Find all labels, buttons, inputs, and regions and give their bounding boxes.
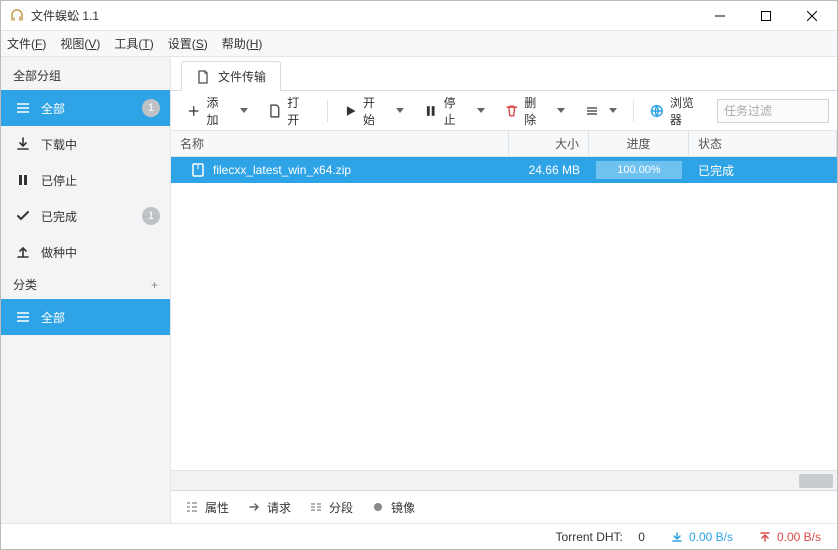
horizontal-scrollbar[interactable] <box>171 470 837 490</box>
app-logo-icon <box>9 8 25 24</box>
maximize-button[interactable] <box>743 1 789 31</box>
pause-icon <box>424 104 437 118</box>
globe-icon <box>650 104 664 118</box>
main-panel: 文件传输 添加 打开 开始 停止 删除 <box>171 57 837 523</box>
more-button[interactable] <box>577 97 625 125</box>
upload-speed: 0.00 B/s <box>759 530 821 544</box>
sidebar-item-label: 已完成 <box>41 208 77 225</box>
plus-icon <box>187 104 200 118</box>
toolbar: 添加 打开 开始 停止 删除 <box>171 91 837 131</box>
menu-view[interactable]: 视图(V) <box>60 35 100 52</box>
menu-file[interactable]: 文件(F) <box>7 35 46 52</box>
close-button[interactable] <box>789 1 835 31</box>
menu-tools[interactable]: 工具(T) <box>114 35 153 52</box>
sidebar-category-header: 分类 + <box>1 270 170 299</box>
grid-header: 名称 大小 进度 状态 <box>171 131 837 157</box>
sidebar: 全部分组 全部 1 下载中已停止已完成 1 做种中 分类 + 全部 <box>1 57 171 523</box>
progress-bar: 100.00% <box>596 161 682 179</box>
col-progress[interactable]: 进度 <box>589 131 689 156</box>
file-icon <box>268 104 282 118</box>
stop-button[interactable]: 停止 <box>416 97 493 125</box>
add-category-button[interactable]: + <box>151 278 158 292</box>
task-grid: 名称 大小 进度 状态 filecxx_latest_win_x64.zip 2… <box>171 131 837 491</box>
minimize-button[interactable] <box>697 1 743 31</box>
count-badge: 1 <box>142 207 160 225</box>
play-icon <box>344 104 357 118</box>
menu-settings[interactable]: 设置(S) <box>168 35 208 52</box>
row-name: filecxx_latest_win_x64.zip <box>213 163 351 177</box>
download-speed: 0.00 B/s <box>671 530 733 544</box>
detail-tabs: 属性 请求 分段 镜像 <box>171 491 837 523</box>
grid-body[interactable]: filecxx_latest_win_x64.zip 24.66 MB 100.… <box>171 157 837 470</box>
pause-icon <box>15 172 31 188</box>
check-icon <box>15 208 31 224</box>
sidebar-item-4[interactable]: 做种中 <box>1 234 170 270</box>
sidebar-group-header: 全部分组 <box>1 61 170 90</box>
table-row[interactable]: filecxx_latest_win_x64.zip 24.66 MB 100.… <box>171 157 837 183</box>
tab-mirror[interactable]: 镜像 <box>371 499 415 516</box>
col-status[interactable]: 状态 <box>689 131 837 156</box>
statusbar: Torrent DHT: 0 0.00 B/s 0.00 B/s <box>1 523 837 549</box>
menubar: 文件(F) 视图(V) 工具(T) 设置(S) 帮助(H) <box>1 31 837 57</box>
titlebar: 文件蜈蚣 1.1 <box>1 1 837 31</box>
col-name[interactable]: 名称 <box>171 131 509 156</box>
menu-icon <box>15 100 31 116</box>
tab-label: 文件传输 <box>218 68 266 85</box>
sidebar-item-2[interactable]: 已停止 <box>1 162 170 198</box>
col-size[interactable]: 大小 <box>509 131 589 156</box>
tab-segments[interactable]: 分段 <box>309 499 353 516</box>
window-title: 文件蜈蚣 1.1 <box>31 7 99 24</box>
sidebar-category-all[interactable]: 全部 <box>1 299 170 335</box>
menu-help[interactable]: 帮助(H) <box>222 35 263 52</box>
open-button[interactable]: 打开 <box>260 97 319 125</box>
list-icon <box>585 104 599 118</box>
start-button[interactable]: 开始 <box>336 97 413 125</box>
add-button[interactable]: 添加 <box>179 97 256 125</box>
tab-request[interactable]: 请求 <box>247 499 291 516</box>
count-badge: 1 <box>142 99 160 117</box>
filter-input[interactable] <box>717 99 829 123</box>
upload-icon <box>15 244 31 260</box>
document-icon <box>196 70 210 84</box>
download-icon <box>15 136 31 152</box>
sidebar-item-label: 做种中 <box>41 244 77 261</box>
delete-button[interactable]: 删除 <box>497 97 574 125</box>
sidebar-item-label: 全部 <box>41 309 65 326</box>
sidebar-item-label: 全部 <box>41 100 65 117</box>
sidebar-item-1[interactable]: 下载中 <box>1 126 170 162</box>
tab-properties[interactable]: 属性 <box>185 499 229 516</box>
row-size: 24.66 MB <box>529 163 580 177</box>
tab-file-transfer[interactable]: 文件传输 <box>181 61 281 91</box>
trash-icon <box>505 104 518 118</box>
archive-icon <box>191 163 205 177</box>
filter-box <box>717 99 829 123</box>
tab-strip: 文件传输 <box>171 57 837 91</box>
sidebar-item-0[interactable]: 全部 1 <box>1 90 170 126</box>
browser-button[interactable]: 浏览器 <box>642 97 713 125</box>
dht-status: Torrent DHT: 0 <box>556 530 645 544</box>
menu-icon <box>15 309 31 325</box>
sidebar-item-3[interactable]: 已完成 1 <box>1 198 170 234</box>
sidebar-item-label: 下载中 <box>41 136 77 153</box>
sidebar-item-label: 已停止 <box>41 172 77 189</box>
row-status: 已完成 <box>698 162 734 179</box>
